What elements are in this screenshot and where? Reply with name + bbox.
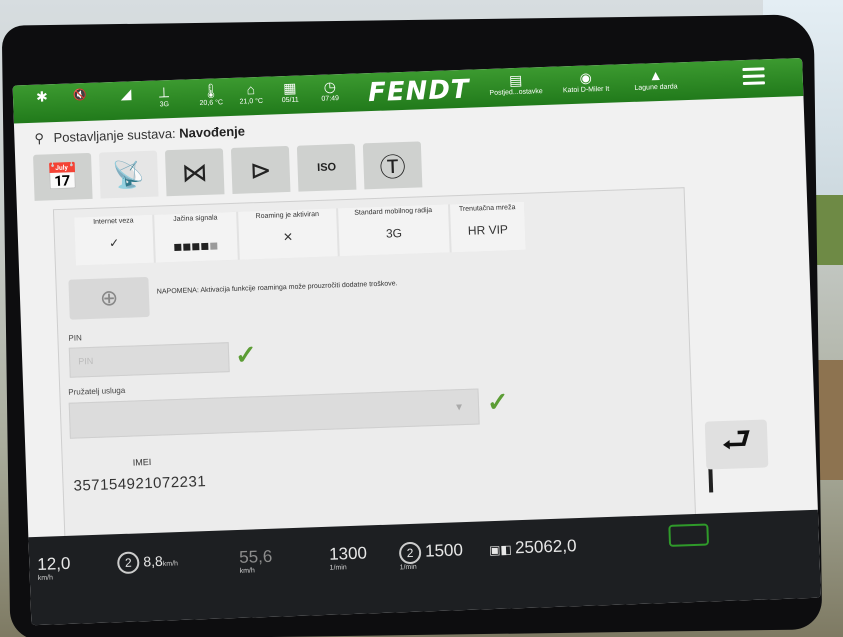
radio-standard-value: 3G	[385, 226, 403, 241]
speed3-readout: 55,6 km/h	[238, 546, 273, 575]
pin-confirm-check-icon[interactable]: ✓	[235, 339, 258, 371]
radio-standard-cell: Standard mobilnog radija 3G	[338, 204, 450, 257]
signal-strength-cell: Jačina signala	[154, 211, 238, 263]
hours-readout: ▣◧ 25062,0	[488, 536, 577, 558]
tab-bar: 📅 📡 ⋈ ⊳ ISO Ⓣ	[33, 141, 423, 205]
terminal-screen: ✱ 🔇 ◢ ⊥ 3G 🌡 20,6 °C ⌂ 21,0 °C ▦ 05/11 ◷ 07:4…	[12, 57, 821, 626]
imei-label: IMEI	[132, 456, 152, 468]
back-arrow-icon: ⮐	[720, 420, 753, 460]
thermometer-icon: 🌡	[201, 82, 221, 99]
settings-panel: Internet veza ✓ Jačina signala Roaming j…	[52, 187, 714, 557]
field-selector[interactable]: ▲ Lagune darda	[622, 66, 689, 93]
isobus-icon: ISO	[316, 161, 337, 174]
tab-isobus[interactable]: ISO	[296, 143, 357, 192]
key-icon: ⚲	[34, 130, 45, 146]
outside-temp: 🌡 20,6 °C	[191, 82, 232, 108]
photo-scene: ✱ 🔇 ◢ ⊥ 3G 🌡 20,6 °C ⌂ 21,0 °C ▦ 05/11 ◷ 07:4…	[0, 0, 843, 637]
clock-display: ◷ 07:49	[315, 78, 346, 104]
provider-select[interactable]: ▼	[68, 388, 480, 439]
roaming-globe-icon: ⊕	[99, 285, 119, 311]
rpm2-circle-icon: 2	[398, 541, 422, 565]
tim-icon: Ⓣ	[379, 151, 407, 183]
hamburger-menu-icon[interactable]	[742, 67, 765, 89]
connection-status-table: Internet veza ✓ Jačina signala Roaming j…	[74, 201, 526, 266]
tab-guidance[interactable]: 📡	[98, 150, 159, 199]
driver-profile[interactable]: ◉ Katoi D-Miler It	[550, 68, 621, 95]
rpm1-readout: 1300 1/min	[328, 543, 368, 572]
signal-bars	[173, 236, 220, 256]
satellite-icon: 📡	[112, 158, 146, 190]
date-display: ▦ 05/11	[275, 79, 306, 105]
mute-icon: 🔇	[72, 88, 88, 102]
bluetooth-icon: ✱	[35, 88, 49, 105]
signal-icon: ◢	[120, 85, 132, 102]
tab-network[interactable]: ⋈	[164, 148, 225, 197]
pin-label: PIN	[68, 333, 82, 343]
page-title-section: Navođenje	[178, 123, 246, 141]
calendar-small-icon: ▦	[282, 79, 297, 97]
speed2-readout: 2 8,8km/h	[116, 550, 178, 575]
status-bar: ✱ 🔇 ◢ ⊥ 3G 🌡 20,6 °C ⌂ 21,0 °C ▦ 05/11 ◷ 07:4…	[12, 57, 804, 124]
fendt-logo: FENDT	[367, 74, 471, 109]
roaming-toggle-button[interactable]: ⊕	[68, 276, 150, 320]
terminal-bezel: ✱ 🔇 ◢ ⊥ 3G 🌡 20,6 °C ⌂ 21,0 °C ▦ 05/11 ◷ 07:4…	[1, 14, 823, 637]
network-3g-icon: ⊥ 3G	[157, 84, 171, 109]
rpm2-readout: 2 1500 1/min	[398, 540, 464, 572]
tab-calendar[interactable]: 📅	[33, 152, 93, 201]
speed-readout: 12,0 km/h	[36, 553, 71, 582]
check-icon: ✓	[108, 235, 120, 251]
tab-tim[interactable]: Ⓣ	[362, 141, 423, 190]
page-title: ⚲ Postavljanje sustava: Navođenje	[34, 123, 245, 146]
hours-icon: ▣◧	[488, 542, 516, 558]
pin-field[interactable]: PIN	[68, 342, 230, 378]
internet-status-cell: Internet veza ✓	[74, 214, 154, 266]
implement-icon[interactable]	[668, 523, 710, 547]
roaming-note: NAPOMENA: Aktivacija funkcije roaminga m…	[156, 280, 398, 296]
page-title-prefix: Postavljanje sustava:	[53, 125, 176, 146]
cabin-temp: ⌂ 21,0 °C	[231, 81, 272, 107]
cabin-icon: ⌂	[246, 81, 256, 98]
back-button[interactable]: ⮐	[704, 419, 769, 470]
clock-icon: ◷	[323, 78, 337, 95]
roaming-status-cell: Roaming je aktiviran ✕	[238, 208, 338, 260]
current-network-value: HR VIP	[467, 222, 509, 238]
chevron-down-icon: ▼	[454, 401, 465, 414]
tab-steering[interactable]: ⊳	[230, 145, 291, 194]
provider-label: Pružatelj usluga	[68, 385, 126, 397]
speed2-circle-icon: 2	[116, 551, 140, 575]
settings-shortcut[interactable]: ▤ Postjed...ostavke	[482, 71, 549, 98]
network-icon: ⋈	[181, 156, 209, 188]
provider-confirm-check-icon[interactable]: ✓	[486, 386, 509, 418]
cross-icon: ✕	[282, 229, 294, 245]
current-network-cell: Trenutačna mreža HR VIP	[449, 201, 526, 253]
imei-value: 357154921072231	[73, 473, 207, 495]
calendar-icon: 📅	[46, 160, 80, 192]
steering-icon: ⊳	[249, 154, 273, 185]
